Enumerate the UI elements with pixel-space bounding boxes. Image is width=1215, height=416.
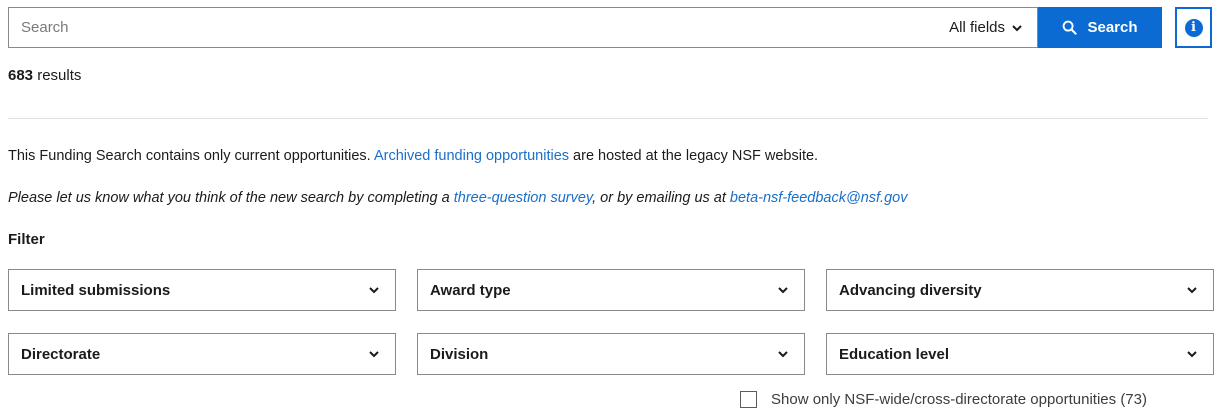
info-button[interactable]: i — [1175, 7, 1212, 48]
feedback-text-before: Please let us know what you think of the… — [8, 190, 450, 206]
nsf-wide-checkbox[interactable] — [740, 391, 757, 408]
education-level-select[interactable]: Education level — [826, 333, 1214, 375]
chevron-down-icon — [778, 287, 788, 294]
select-label: Education level — [839, 345, 950, 363]
select-label: Division — [430, 345, 489, 363]
results-number: 683 — [8, 67, 34, 84]
award-type-select[interactable]: Award type — [417, 269, 805, 311]
search-field-select-label: All fields — [949, 19, 1005, 36]
feedback-email-link[interactable]: beta-nsf-feedback@nsf.gov — [730, 190, 908, 206]
select-label: Award type — [430, 281, 511, 299]
limited-submissions-select[interactable]: Limited submissions — [8, 269, 396, 311]
notice-text-after: are hosted at the legacy NSF website. — [573, 148, 819, 164]
search-bar: All fields Search i — [8, 7, 1212, 48]
select-label: Advancing diversity — [839, 281, 982, 299]
division-select[interactable]: Division — [417, 333, 805, 375]
search-icon — [1063, 20, 1078, 35]
filter-heading: Filter — [8, 231, 45, 248]
nsf-wide-checkbox-label[interactable]: Show only NSF-wide/cross-directorate opp… — [771, 391, 1147, 408]
results-label: results — [37, 67, 82, 84]
info-icon: i — [1184, 18, 1203, 37]
search-box: All fields — [8, 7, 1038, 48]
search-button-label: Search — [1087, 19, 1138, 36]
nsf-wide-checkbox-row: Show only NSF-wide/cross-directorate opp… — [740, 391, 1147, 408]
select-label: Limited submissions — [21, 281, 171, 299]
advancing-diversity-select[interactable]: Advancing diversity — [826, 269, 1214, 311]
select-label: Directorate — [21, 345, 101, 363]
feedback-notice: Please let us know what you think of the… — [8, 190, 907, 206]
chevron-down-icon — [1012, 24, 1022, 31]
notice-text-before: This Funding Search contains only curren… — [8, 148, 371, 164]
chevron-down-icon — [1187, 287, 1197, 294]
chevron-down-icon — [1187, 351, 1197, 358]
chevron-down-icon — [369, 351, 379, 358]
search-button[interactable]: Search — [1038, 7, 1162, 48]
divider — [8, 118, 1208, 119]
chevron-down-icon — [778, 351, 788, 358]
directorate-select[interactable]: Directorate — [8, 333, 396, 375]
current-opportunities-notice: This Funding Search contains only curren… — [8, 148, 818, 164]
chevron-down-icon — [369, 287, 379, 294]
survey-link[interactable]: three-question survey — [454, 190, 592, 206]
archived-opportunities-link[interactable]: Archived funding opportunities — [374, 148, 569, 164]
feedback-text-middle: , or by emailing us at — [592, 190, 726, 206]
search-field-select[interactable]: All fields — [949, 19, 1037, 36]
results-count: 683 results — [8, 67, 81, 84]
search-input[interactable] — [9, 7, 950, 48]
